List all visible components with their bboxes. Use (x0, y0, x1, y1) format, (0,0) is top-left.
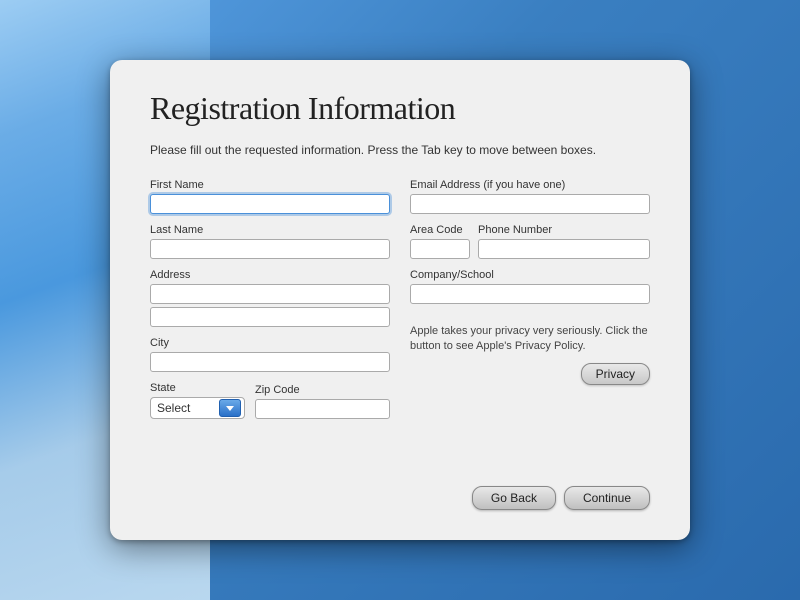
company-input[interactable] (410, 284, 650, 304)
area-code-input[interactable] (410, 239, 470, 259)
form-right-column: Email Address (if you have one) Area Cod… (410, 179, 650, 456)
continue-button[interactable]: Continue (564, 486, 650, 510)
main-window: Registration Information Please fill out… (110, 60, 690, 540)
first-name-input[interactable] (150, 194, 390, 214)
address-group: Address (150, 269, 390, 327)
page-title: Registration Information (150, 90, 650, 127)
city-input[interactable] (150, 352, 390, 372)
instructions-text: Please fill out the requested informatio… (150, 141, 650, 159)
go-back-button[interactable]: Go Back (472, 486, 556, 510)
state-select-wrapper[interactable]: Select (150, 397, 245, 419)
city-group: City (150, 337, 390, 372)
last-name-group: Last Name (150, 224, 390, 259)
form-area: First Name Last Name Address City (150, 179, 650, 456)
city-label: City (150, 337, 390, 349)
privacy-section: Apple takes your privacy very seriously.… (410, 324, 650, 385)
privacy-button[interactable]: Privacy (581, 363, 650, 385)
state-zip-row: State Select Zip Code (150, 382, 390, 419)
area-code-group: Area Code (410, 224, 470, 259)
address-inputs (150, 284, 390, 327)
phone-input[interactable] (478, 239, 650, 259)
email-group: Email Address (if you have one) (410, 179, 650, 214)
state-select-text: Select (153, 401, 219, 415)
first-name-label: First Name (150, 179, 390, 191)
first-name-group: First Name (150, 179, 390, 214)
email-input[interactable] (410, 194, 650, 214)
form-left-column: First Name Last Name Address City (150, 179, 390, 456)
last-name-input[interactable] (150, 239, 390, 259)
address-line2-input[interactable] (150, 307, 390, 327)
zip-group: Zip Code (255, 384, 390, 419)
privacy-text: Apple takes your privacy very seriously.… (410, 324, 650, 355)
chevron-down-icon (226, 406, 234, 411)
phone-label: Phone Number (478, 224, 650, 236)
phone-row: Area Code Phone Number (410, 224, 650, 259)
area-code-label: Area Code (410, 224, 470, 236)
company-label: Company/School (410, 269, 650, 281)
zip-input[interactable] (255, 399, 390, 419)
state-label: State (150, 382, 245, 394)
address-label: Address (150, 269, 390, 281)
last-name-label: Last Name (150, 224, 390, 236)
email-label: Email Address (if you have one) (410, 179, 650, 191)
company-group: Company/School (410, 269, 650, 304)
phone-group: Phone Number (478, 224, 650, 259)
bottom-buttons: Go Back Continue (150, 476, 650, 510)
state-group: State Select (150, 382, 245, 419)
address-line1-input[interactable] (150, 284, 390, 304)
state-dropdown-button[interactable] (219, 399, 241, 417)
zip-label: Zip Code (255, 384, 390, 396)
